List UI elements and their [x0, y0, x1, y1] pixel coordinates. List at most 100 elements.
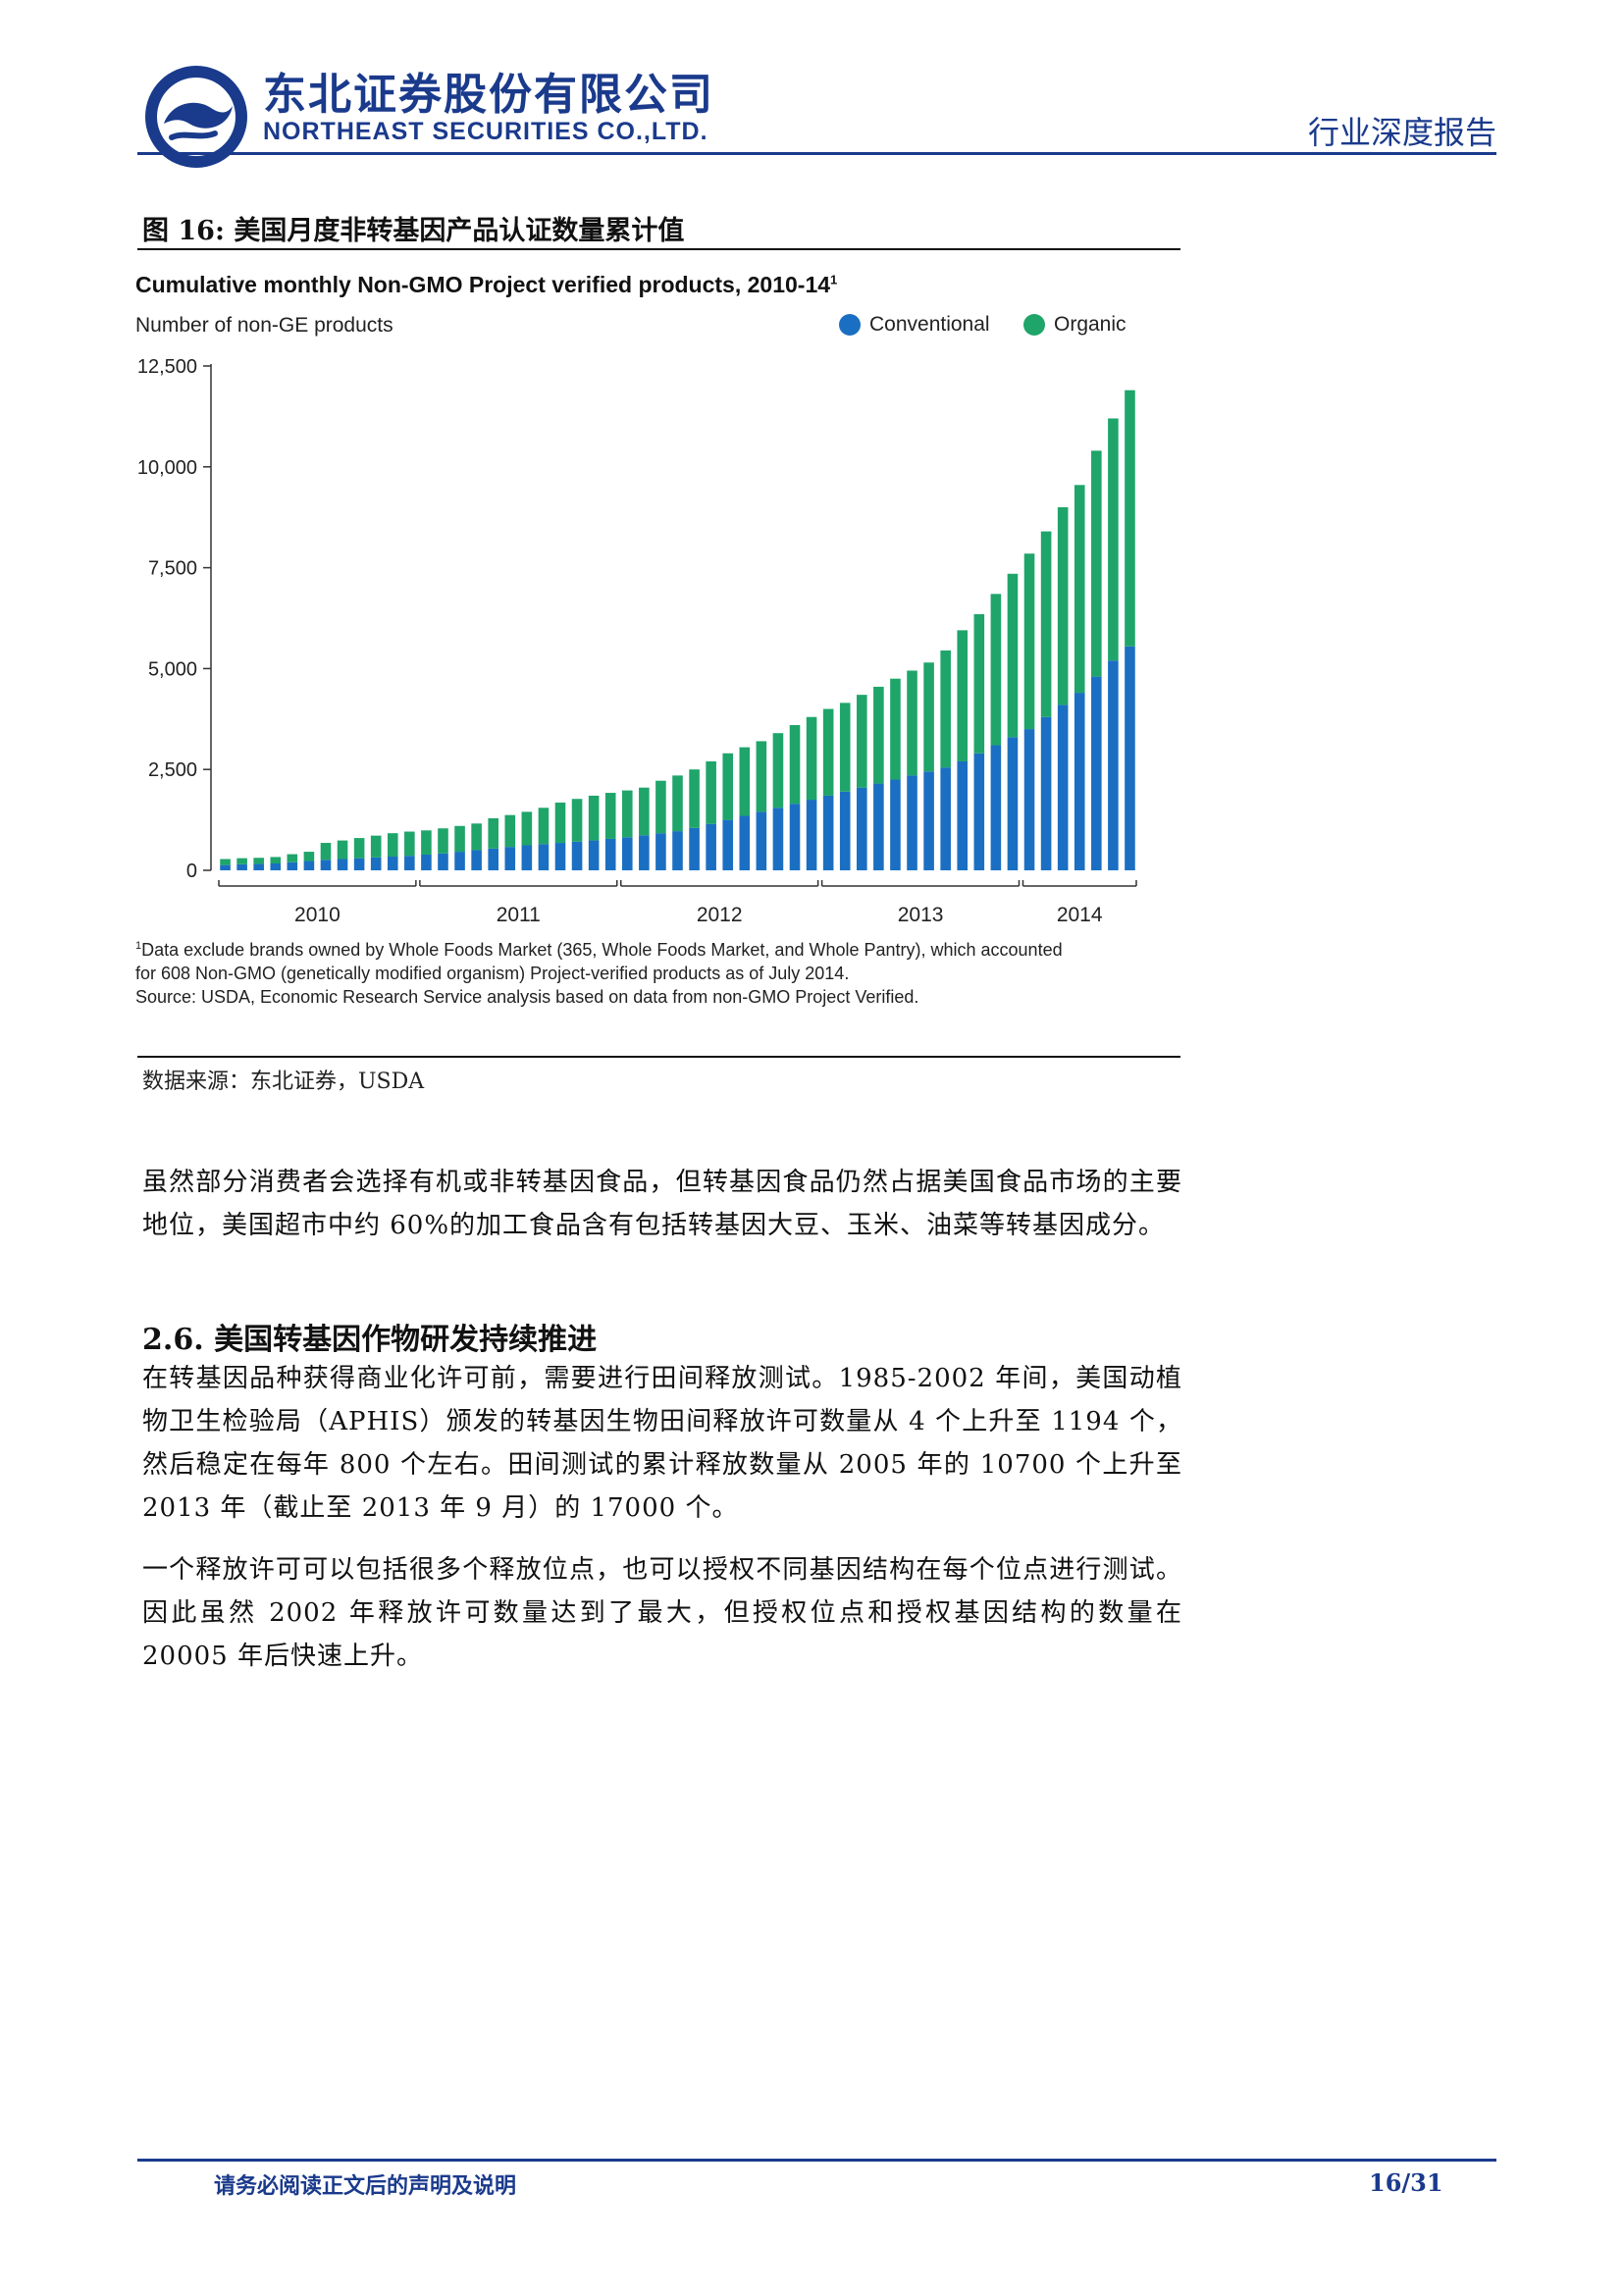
bar-organic-13: [421, 830, 432, 855]
bar-conventional-21: [554, 843, 566, 870]
bar-conventional-37: [822, 795, 834, 870]
bar-organic-50: [1040, 531, 1052, 717]
bar-conventional-55: [1125, 646, 1135, 870]
bar-organic-10: [370, 835, 382, 858]
bar-conventional-44: [940, 767, 951, 870]
bar-conventional-23: [588, 840, 600, 870]
bar-organic-19: [521, 811, 533, 846]
chart-footnote-2: for 608 Non-GMO (genetically modified or…: [135, 964, 850, 983]
figure-bottom-rule: [137, 1056, 1180, 1058]
bar-conventional-19: [521, 845, 533, 870]
bar-conventional-34: [772, 808, 784, 870]
bar-organic-4: [270, 857, 282, 864]
bar-conventional-39: [857, 787, 867, 870]
page-number: 16/31: [1369, 2168, 1443, 2197]
footer-divider: [137, 2159, 1496, 2162]
section-heading: 2.6. 美国转基因作物研发持续推进: [142, 1323, 598, 1357]
bar-organic-6: [303, 852, 315, 861]
bar-organic-14: [438, 828, 448, 854]
bar-conventional-54: [1108, 660, 1119, 870]
footer-disclaimer: 请务必阅读正文后的声明及说明: [214, 2173, 517, 2199]
bar-conventional-6: [303, 861, 315, 870]
bar-organic-1: [220, 859, 231, 865]
chart-footnote-1: 1Data exclude brands owned by Whole Food…: [135, 940, 1063, 961]
y-tick-label: 12,500: [137, 356, 197, 378]
bar-conventional-48: [1007, 737, 1019, 870]
bar-organic-25: [621, 790, 633, 838]
y-tick-label: 5,000: [148, 658, 197, 680]
bar-conventional-35: [789, 804, 801, 870]
bar-organic-21: [554, 802, 566, 844]
paragraph-2: 在转基因品种获得商业化许可前，需要进行田间释放测试。1985-2002 年间，美…: [142, 1364, 1182, 1523]
bar-conventional-24: [604, 838, 616, 870]
bar-organic-39: [857, 695, 867, 788]
bar-organic-40: [873, 686, 884, 784]
bar-organic-26: [639, 787, 650, 836]
y-tick-label: 7,500: [148, 558, 197, 580]
bar-conventional-22: [571, 841, 583, 870]
bar-conventional-49: [1023, 729, 1035, 870]
x-tick-label-2010: 2010: [294, 904, 341, 926]
bar-organic-23: [588, 795, 600, 841]
bar-organic-55: [1125, 390, 1135, 647]
bar-organic-17: [488, 817, 498, 849]
bar-conventional-30: [706, 823, 716, 870]
bar-organic-24: [604, 793, 616, 839]
bar-organic-45: [957, 630, 969, 761]
bar-organic-51: [1057, 506, 1069, 705]
bar-conventional-38: [839, 791, 851, 870]
bar-organic-42: [907, 670, 917, 776]
footnote-line-1: Data exclude brands owned by Whole Foods…: [141, 940, 1063, 960]
bar-organic-22: [571, 799, 583, 842]
bar-conventional-46: [973, 753, 985, 870]
bar-conventional-1: [220, 864, 231, 870]
bar-organic-3: [253, 858, 264, 864]
bar-conventional-45: [957, 760, 969, 870]
bar-organic-43: [923, 662, 934, 772]
bar-conventional-18: [504, 847, 516, 870]
bar-organic-54: [1108, 418, 1119, 661]
bar-organic-34: [772, 733, 784, 809]
bar-organic-7: [320, 843, 332, 861]
bar-organic-49: [1023, 553, 1035, 730]
bar-organic-37: [822, 708, 834, 796]
bar-conventional-40: [873, 783, 884, 870]
bar-organic-29: [689, 769, 700, 828]
bar-organic-20: [538, 808, 550, 845]
bar-conventional-33: [756, 811, 767, 870]
bar-conventional-29: [689, 827, 700, 870]
bar-organic-5: [287, 854, 298, 862]
bar-organic-31: [722, 753, 734, 820]
bar-conventional-13: [421, 854, 432, 870]
bar-conventional-31: [722, 819, 734, 870]
bar-organic-47: [990, 594, 1002, 746]
bar-organic-38: [839, 703, 851, 792]
bar-conventional-28: [672, 831, 683, 870]
x-tick-label-2011: 2011: [497, 904, 541, 926]
bar-organic-41: [890, 678, 901, 780]
bar-organic-12: [404, 831, 415, 857]
bar-organic-18: [504, 814, 516, 848]
x-tick-label-2013: 2013: [898, 904, 944, 926]
bar-conventional-16: [471, 850, 482, 870]
bar-conventional-32: [739, 815, 751, 870]
bar-conventional-20: [538, 844, 550, 870]
bar-conventional-41: [890, 779, 901, 870]
bar-organic-32: [739, 747, 751, 816]
bar-conventional-5: [287, 861, 298, 870]
bar-organic-16: [471, 823, 482, 851]
bar-organic-52: [1074, 485, 1085, 694]
bar-organic-46: [973, 613, 985, 754]
bar-conventional-50: [1040, 716, 1052, 870]
bar-conventional-43: [923, 771, 934, 870]
x-tick-label-2014: 2014: [1057, 904, 1103, 926]
y-tick-label: 0: [186, 861, 197, 882]
bar-conventional-4: [270, 863, 282, 870]
bar-conventional-26: [639, 835, 650, 870]
bar-conventional-27: [655, 833, 666, 870]
bar-conventional-47: [990, 745, 1002, 870]
bar-organic-33: [756, 741, 767, 812]
bar-conventional-10: [370, 857, 382, 870]
y-tick-label: 2,500: [148, 759, 197, 781]
bar-organic-27: [655, 780, 666, 834]
